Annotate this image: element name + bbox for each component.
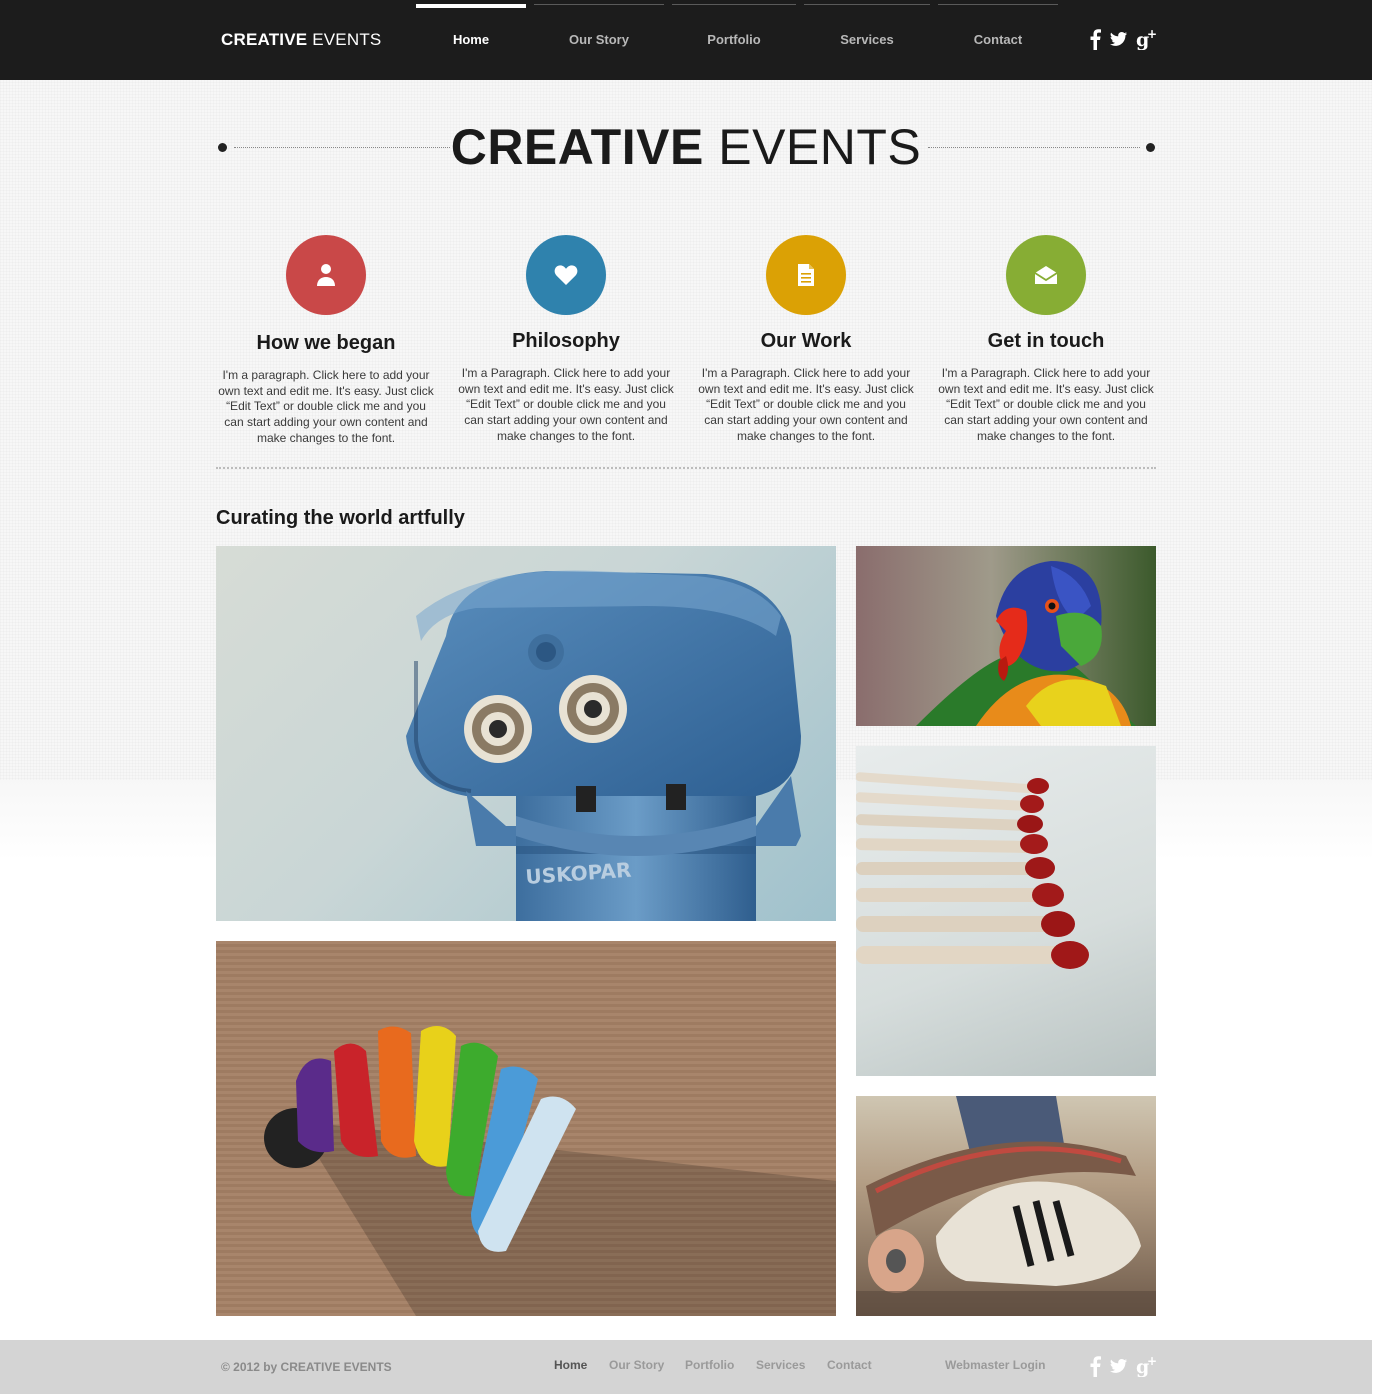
- nav-item-portfolio[interactable]: Portfolio: [672, 4, 796, 74]
- twitter-icon[interactable]: [1110, 31, 1128, 47]
- svg-text:+: +: [1147, 28, 1157, 41]
- footer-nav-our-story[interactable]: Our Story: [609, 1358, 664, 1372]
- twitter-icon[interactable]: [1110, 1358, 1128, 1374]
- svg-text:+: +: [1147, 1355, 1157, 1368]
- gallery-heading: Curating the world artfully: [216, 507, 465, 529]
- nav-item-label: Our Story: [569, 32, 629, 47]
- nav-item-label: Portfolio: [707, 32, 761, 47]
- feature-title: Our Work: [760, 330, 852, 352]
- photo-binocular-viewer[interactable]: USKOPAR: [216, 546, 836, 921]
- person-icon[interactable]: [286, 235, 366, 315]
- feature-get-in-touch: Get in touch I'm a Paragraph. Click here…: [935, 235, 1157, 445]
- footer-nav-label: Home: [554, 1358, 588, 1372]
- footer-nav-portfolio[interactable]: Portfolio: [685, 1358, 734, 1372]
- nav-item-label: Contact: [973, 32, 1023, 47]
- title-right-dot: [1146, 143, 1155, 152]
- webmaster-login-link[interactable]: Webmaster Login: [945, 1358, 1045, 1372]
- feature-title: Philosophy: [512, 330, 620, 352]
- feature-text: I'm a Paragraph. Click here to add your …: [938, 366, 1154, 443]
- document-icon[interactable]: [766, 235, 846, 315]
- footer-nav-label: Our Story: [609, 1358, 665, 1372]
- photo-matches[interactable]: [856, 746, 1156, 1076]
- feature-title: How we began: [256, 332, 396, 354]
- facebook-icon[interactable]: [1088, 28, 1102, 50]
- photo-skateboard[interactable]: [856, 1096, 1156, 1316]
- nav-item-label: Services: [840, 32, 894, 47]
- feature-title: Get in touch: [987, 330, 1105, 352]
- logo-rest-text: EVENTS: [307, 30, 382, 49]
- heart-icon[interactable]: [526, 235, 606, 315]
- google-plus-icon[interactable]: g +: [1136, 1355, 1158, 1377]
- header-social-links: g +: [1088, 28, 1158, 50]
- logo-bold-text: CREATIVE: [221, 30, 308, 49]
- photo-clay[interactable]: [216, 941, 836, 1316]
- title-rest-text: EVENTS: [703, 119, 922, 175]
- google-plus-icon[interactable]: g +: [1136, 28, 1158, 50]
- nav-item-label: Home: [452, 32, 490, 47]
- footer-nav-label: Portfolio: [685, 1358, 735, 1372]
- footer-social-links: g +: [1088, 1355, 1158, 1377]
- site-logo[interactable]: CREATIVE EVENTS: [221, 30, 381, 50]
- footer-nav-label: Contact: [827, 1358, 872, 1372]
- footer-nav-contact[interactable]: Contact: [827, 1358, 872, 1372]
- feature-text: I'm a paragraph. Click here to add your …: [218, 368, 434, 445]
- footer-nav-home[interactable]: Home: [554, 1358, 587, 1372]
- title-bold-text: CREATIVE: [450, 119, 704, 175]
- feature-how-we-began: How we began I'm a paragraph. Click here…: [215, 235, 437, 447]
- nav-item-contact[interactable]: Contact: [938, 4, 1058, 74]
- footer-nav-label: Services: [756, 1358, 806, 1372]
- nav-item-our-story[interactable]: Our Story: [534, 4, 664, 74]
- copyright-text: © 2012 by CREATIVE EVENTS: [221, 1360, 392, 1374]
- site-header: CREATIVE EVENTS Home Our Story Portfolio…: [0, 0, 1372, 80]
- envelope-icon[interactable]: [1006, 235, 1086, 315]
- photo-parrot[interactable]: [856, 546, 1156, 726]
- site-footer: © 2012 by CREATIVE EVENTS Home Our Story…: [0, 1340, 1372, 1394]
- features-divider: [216, 467, 1156, 469]
- feature-text: I'm a Paragraph. Click here to add your …: [458, 366, 674, 443]
- nav-item-services[interactable]: Services: [804, 4, 930, 74]
- title-right-rule: [928, 147, 1140, 148]
- feature-philosophy: Philosophy I'm a Paragraph. Click here t…: [455, 235, 677, 445]
- hero-title-block: CREATIVE EVENTS: [216, 118, 1156, 178]
- facebook-icon[interactable]: [1088, 1355, 1102, 1377]
- window-right-edge: [1372, 0, 1389, 1394]
- nav-item-home[interactable]: Home: [416, 4, 526, 74]
- feature-our-work: Our Work I'm a Paragraph. Click here to …: [695, 235, 917, 445]
- footer-nav-services[interactable]: Services: [756, 1358, 805, 1372]
- feature-text: I'm a Paragraph. Click here to add your …: [698, 366, 914, 443]
